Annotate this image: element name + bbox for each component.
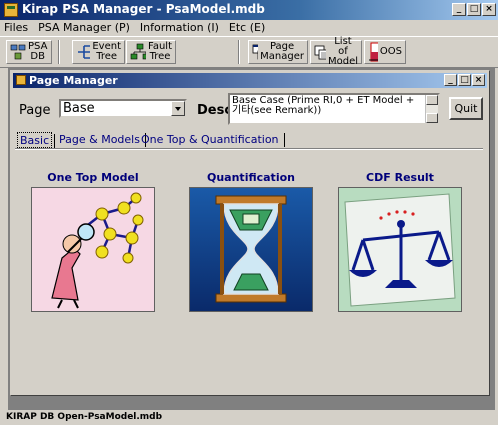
balance-scale-icon[interactable]	[338, 187, 462, 312]
menu-psa-manager[interactable]: PSA Manager (P)	[38, 20, 130, 36]
app-icon	[4, 3, 18, 17]
one-top-model-card[interactable]: One Top Model	[31, 171, 155, 312]
menu-etc[interactable]: Etc (E)	[229, 20, 265, 36]
tab-page-models[interactable]: Page & Models	[57, 132, 146, 148]
list-of-model-icon	[314, 45, 326, 60]
toolbar-separator	[58, 40, 60, 64]
page-dropdown[interactable]: Base	[59, 99, 187, 118]
child-close-button[interactable]: ×	[472, 74, 485, 86]
oos-icon	[369, 42, 378, 62]
scroll-down-icon[interactable]	[426, 113, 438, 123]
oos-button[interactable]: OOS	[364, 40, 406, 64]
list-of-model-button[interactable]: List of Model	[310, 36, 362, 67]
page-dropdown-value: Base	[63, 101, 95, 116]
tab-one-top-quantification[interactable]: One Top & Quantification	[139, 132, 285, 148]
molecule-scientist-icon[interactable]	[31, 187, 155, 312]
desc-textbox[interactable]: Base Case (Prime RI,0 + ET Model + 기타(se…	[228, 93, 440, 125]
tab-basic[interactable]: Basic	[17, 132, 56, 148]
quantification-title: Quantification	[207, 171, 295, 184]
scroll-up-icon[interactable]	[426, 95, 438, 105]
child-window-controls: _ □ ×	[444, 74, 485, 86]
fault-tree-label-2: Tree	[149, 51, 171, 62]
status-bar: KIRAP DB Open-PsaModel.mdb	[6, 412, 163, 422]
tab-basic-label: Basic	[20, 134, 50, 147]
event-tree-button[interactable]: Event Tree	[72, 40, 125, 64]
desc-scrollbar[interactable]	[425, 95, 438, 123]
page-manager-window-icon	[16, 75, 26, 85]
page-label: Page	[19, 103, 51, 118]
fault-tree-button[interactable]: Fault Tree	[126, 40, 176, 64]
minimize-button[interactable]: _	[452, 3, 466, 16]
page-manager-window: Page Manager _ □ × Page Base Desc Base C…	[10, 70, 490, 396]
child-maximize-button[interactable]: □	[458, 74, 471, 86]
menu-bar: Files PSA Manager (P) Information (I) Et…	[0, 20, 498, 36]
page-manager-title: Page Manager	[29, 74, 118, 87]
list-of-model-label-2: Model	[327, 56, 358, 67]
close-button[interactable]: ×	[482, 3, 496, 16]
desc-label: Desc	[197, 103, 233, 118]
tab-page-models-label: Page & Models	[59, 133, 140, 146]
quantification-card[interactable]: Quantification	[189, 171, 313, 312]
tab-strip: Basic Page & Models One Top & Quantifica…	[15, 132, 485, 149]
tab-divider	[283, 133, 285, 147]
oos-label: OOS	[379, 46, 402, 57]
hourglass-icon[interactable]	[189, 187, 313, 312]
menu-information[interactable]: Information (I)	[140, 20, 219, 36]
fault-tree-icon	[130, 43, 146, 60]
maximize-button[interactable]: □	[467, 3, 481, 16]
tab-divider	[54, 134, 56, 148]
event-tree-icon	[78, 45, 91, 59]
list-of-model-label-1: List of	[334, 36, 352, 57]
one-top-model-title: One Top Model	[47, 171, 139, 184]
database-icon	[10, 44, 26, 60]
desc-text: Base Case (Prime RI,0 + ET Model + 기타(se…	[232, 95, 415, 116]
event-tree-label-2: Tree	[96, 51, 118, 62]
cdf-result-title: CDF Result	[366, 171, 434, 184]
psa-db-button[interactable]: PSA DB	[6, 40, 52, 64]
toolbar: PSA DB Event Tree Fault Tree Page Manager	[0, 36, 498, 68]
window-title: Kirap PSA Manager - PsaModel.mdb	[22, 2, 265, 16]
psa-db-label-2: DB	[30, 51, 45, 62]
chevron-down-icon[interactable]	[171, 101, 185, 116]
title-bar: Kirap PSA Manager - PsaModel.mdb _ □ ×	[0, 0, 498, 20]
toolbar-separator	[238, 40, 240, 64]
page-manager-icon	[252, 44, 259, 60]
tab-one-top-quantification-label: One Top & Quantification	[141, 133, 279, 146]
page-manager-title-bar: Page Manager _ □ ×	[13, 73, 487, 88]
page-manager-label-2: Manager	[260, 51, 304, 62]
page-manager-button[interactable]: Page Manager	[248, 40, 308, 64]
tab-panel-border	[15, 148, 483, 150]
quit-button[interactable]: Quit	[449, 97, 483, 120]
window-controls: _ □ ×	[452, 3, 496, 16]
page-selector-row: Page Base Desc Base Case (Prime RI,0 + E…	[15, 91, 485, 125]
menu-files[interactable]: Files	[4, 20, 28, 36]
cdf-result-card[interactable]: CDF Result	[338, 171, 462, 312]
child-minimize-button[interactable]: _	[444, 74, 457, 86]
